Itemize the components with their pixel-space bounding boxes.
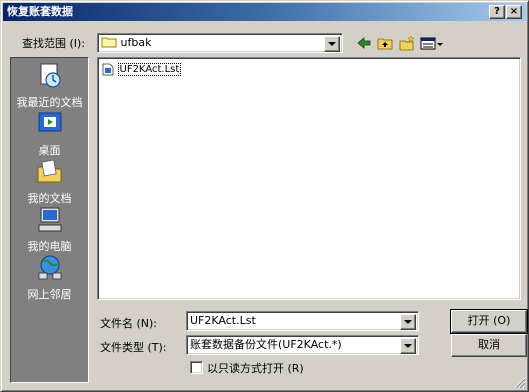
up-one-level-icon[interactable] bbox=[376, 35, 394, 51]
network-places-icon bbox=[38, 255, 62, 280]
list-item[interactable]: UF2KAct.Lst bbox=[102, 62, 182, 76]
place-network[interactable]: 网上邻居 bbox=[11, 254, 88, 302]
place-label: 桌面 bbox=[38, 144, 61, 157]
filename-field[interactable]: UF2KAct.Lst bbox=[186, 311, 419, 331]
help-button[interactable]: ? bbox=[489, 5, 505, 19]
lookin-label: 查找范围 (I): bbox=[22, 37, 86, 50]
lookin-dropdown[interactable]: ufbak bbox=[97, 33, 343, 53]
resize-grip-icon[interactable] bbox=[514, 377, 526, 389]
filetype-label: 文件类型 (T): bbox=[100, 341, 167, 354]
recent-documents-icon bbox=[40, 63, 61, 88]
file-icon bbox=[102, 63, 114, 75]
new-folder-icon[interactable] bbox=[398, 35, 416, 51]
place-recent-documents[interactable]: 我最近的文档 bbox=[11, 62, 88, 110]
view-menu-icon[interactable] bbox=[420, 35, 444, 51]
lookin-value-wrap: ufbak bbox=[101, 36, 151, 50]
open-button[interactable]: 打开 (O) bbox=[450, 309, 528, 334]
filetype-value: 账套数据备份文件(UF2KAct.*) bbox=[190, 338, 342, 351]
filename-label: 文件名 (N): bbox=[100, 317, 158, 330]
desktop-icon bbox=[38, 112, 62, 132]
my-computer-icon bbox=[38, 207, 62, 232]
filename-value: UF2KAct.Lst bbox=[190, 314, 256, 327]
cancel-button[interactable]: 取消 bbox=[451, 334, 527, 357]
file-list[interactable]: UF2KAct.Lst bbox=[97, 57, 521, 300]
restore-account-dialog: 恢复账套数据 ? × 查找范围 (I): ufbak 我最近的文档 桌面 我的文… bbox=[0, 0, 529, 392]
folder-icon bbox=[101, 37, 117, 48]
my-documents-icon bbox=[37, 159, 62, 183]
back-icon[interactable] bbox=[355, 35, 373, 51]
place-label: 网上邻居 bbox=[27, 288, 72, 301]
places-bar: 我最近的文档 桌面 我的文档 我的电脑 网上邻居 bbox=[10, 57, 89, 383]
filetype-dropdown-arrow[interactable] bbox=[400, 338, 416, 354]
readonly-label: 以只读方式打开 (R) bbox=[207, 362, 304, 375]
place-my-computer[interactable]: 我的电脑 bbox=[11, 206, 88, 254]
lookin-value: ufbak bbox=[120, 36, 152, 49]
filetype-dropdown[interactable]: 账套数据备份文件(UF2KAct.*) bbox=[186, 335, 419, 355]
place-desktop[interactable]: 桌面 bbox=[11, 110, 88, 158]
file-name: UF2KAct.Lst bbox=[117, 62, 182, 76]
place-label: 我的电脑 bbox=[27, 240, 72, 253]
place-label: 我最近的文档 bbox=[16, 96, 83, 109]
place-my-documents[interactable]: 我的文档 bbox=[11, 158, 88, 206]
close-button[interactable]: × bbox=[506, 5, 522, 19]
readonly-checkbox[interactable] bbox=[190, 361, 203, 374]
place-label: 我的文档 bbox=[27, 192, 72, 205]
window-title: 恢复账套数据 bbox=[7, 5, 73, 18]
filename-dropdown-arrow[interactable] bbox=[400, 314, 416, 330]
title-bar[interactable]: 恢复账套数据 ? × bbox=[3, 3, 526, 21]
lookin-dropdown-arrow[interactable] bbox=[324, 36, 340, 52]
